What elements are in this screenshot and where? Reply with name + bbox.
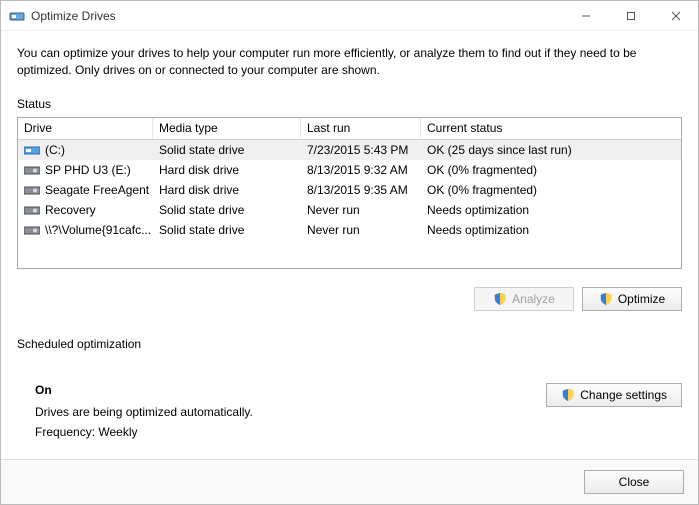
optimize-label: Optimize <box>618 292 665 306</box>
optimize-button[interactable]: Optimize <box>582 287 682 311</box>
analyze-label: Analyze <box>512 292 555 306</box>
change-settings-button[interactable]: Change settings <box>546 383 682 407</box>
drives-listview[interactable]: Drive Media type Last run Current status… <box>17 117 682 269</box>
col-lastrun[interactable]: Last run <box>301 118 421 139</box>
table-row[interactable]: \\?\Volume{91cafc...Solid state driveNev… <box>18 220 681 240</box>
drive-icon <box>24 224 40 236</box>
scheduled-desc: Drives are being optimized automatically… <box>35 405 526 419</box>
titlebar: Optimize Drives <box>1 1 698 31</box>
listview-header: Drive Media type Last run Current status <box>18 118 681 140</box>
minimize-button[interactable] <box>563 1 608 30</box>
col-media[interactable]: Media type <box>153 118 301 139</box>
cell-drive: SP PHD U3 (E:) <box>18 160 153 180</box>
shield-icon <box>493 292 507 306</box>
scheduled-section: On Drives are being optimized automatica… <box>17 383 682 445</box>
cell-status: OK (0% fragmented) <box>421 160 681 180</box>
analyze-button[interactable]: Analyze <box>474 287 574 311</box>
close-button[interactable]: Close <box>584 470 684 494</box>
window-title: Optimize Drives <box>31 9 116 23</box>
cell-status: OK (0% fragmented) <box>421 180 681 200</box>
drive-name: \\?\Volume{91cafc... <box>45 223 151 237</box>
drive-icon <box>24 164 40 176</box>
scheduled-freq: Frequency: Weekly <box>35 425 526 439</box>
cell-drive: (C:) <box>18 140 153 160</box>
content-area: You can optimize your drives to help you… <box>1 31 698 459</box>
drive-name: Seagate FreeAgent <box>45 183 149 197</box>
shield-icon <box>561 388 575 402</box>
table-row[interactable]: Recovery Solid state driveNever runNeeds … <box>18 200 681 220</box>
change-settings-label: Change settings <box>580 388 667 402</box>
drive-icon <box>24 144 40 156</box>
footer: Close <box>1 459 698 504</box>
scheduled-state: On <box>35 383 526 397</box>
drive-name: SP PHD U3 (E:) <box>45 163 131 177</box>
scheduled-label: Scheduled optimization <box>17 337 682 351</box>
maximize-button[interactable] <box>608 1 653 30</box>
action-buttons: Analyze Optimize <box>17 287 682 311</box>
cell-drive: Recovery <box>18 200 153 220</box>
table-row[interactable]: SP PHD U3 (E:) Hard disk drive8/13/2015 9… <box>18 160 681 180</box>
cell-status: Needs optimization <box>421 200 681 220</box>
cell-media: Solid state drive <box>153 200 301 220</box>
cell-lastrun: Never run <box>301 200 421 220</box>
close-window-button[interactable] <box>653 1 698 30</box>
col-drive[interactable]: Drive <box>18 118 153 139</box>
scheduled-body: On Drives are being optimized automatica… <box>17 383 526 445</box>
cell-lastrun: Never run <box>301 220 421 240</box>
cell-media: Solid state drive <box>153 140 301 160</box>
cell-drive: \\?\Volume{91cafc... <box>18 220 153 240</box>
cell-status: Needs optimization <box>421 220 681 240</box>
cell-lastrun: 8/13/2015 9:32 AM <box>301 160 421 180</box>
drive-name: Recovery <box>45 203 96 217</box>
shield-icon <box>599 292 613 306</box>
cell-media: Hard disk drive <box>153 160 301 180</box>
cell-lastrun: 8/13/2015 9:35 AM <box>301 180 421 200</box>
cell-status: OK (25 days since last run) <box>421 140 681 160</box>
cell-lastrun: 7/23/2015 5:43 PM <box>301 140 421 160</box>
intro-text: You can optimize your drives to help you… <box>17 45 682 79</box>
drive-icon <box>24 204 40 216</box>
close-label: Close <box>619 475 650 489</box>
drive-icon <box>24 184 40 196</box>
cell-drive: Seagate FreeAgent <box>18 180 153 200</box>
table-row[interactable]: Seagate FreeAgent Hard disk drive8/13/201… <box>18 180 681 200</box>
table-row[interactable]: (C:) Solid state drive7/23/2015 5:43 PMOK… <box>18 140 681 160</box>
cell-media: Hard disk drive <box>153 180 301 200</box>
status-label: Status <box>17 97 682 111</box>
app-icon <box>9 8 25 24</box>
cell-media: Solid state drive <box>153 220 301 240</box>
drive-name: (C:) <box>45 143 65 157</box>
col-status[interactable]: Current status <box>421 118 681 139</box>
